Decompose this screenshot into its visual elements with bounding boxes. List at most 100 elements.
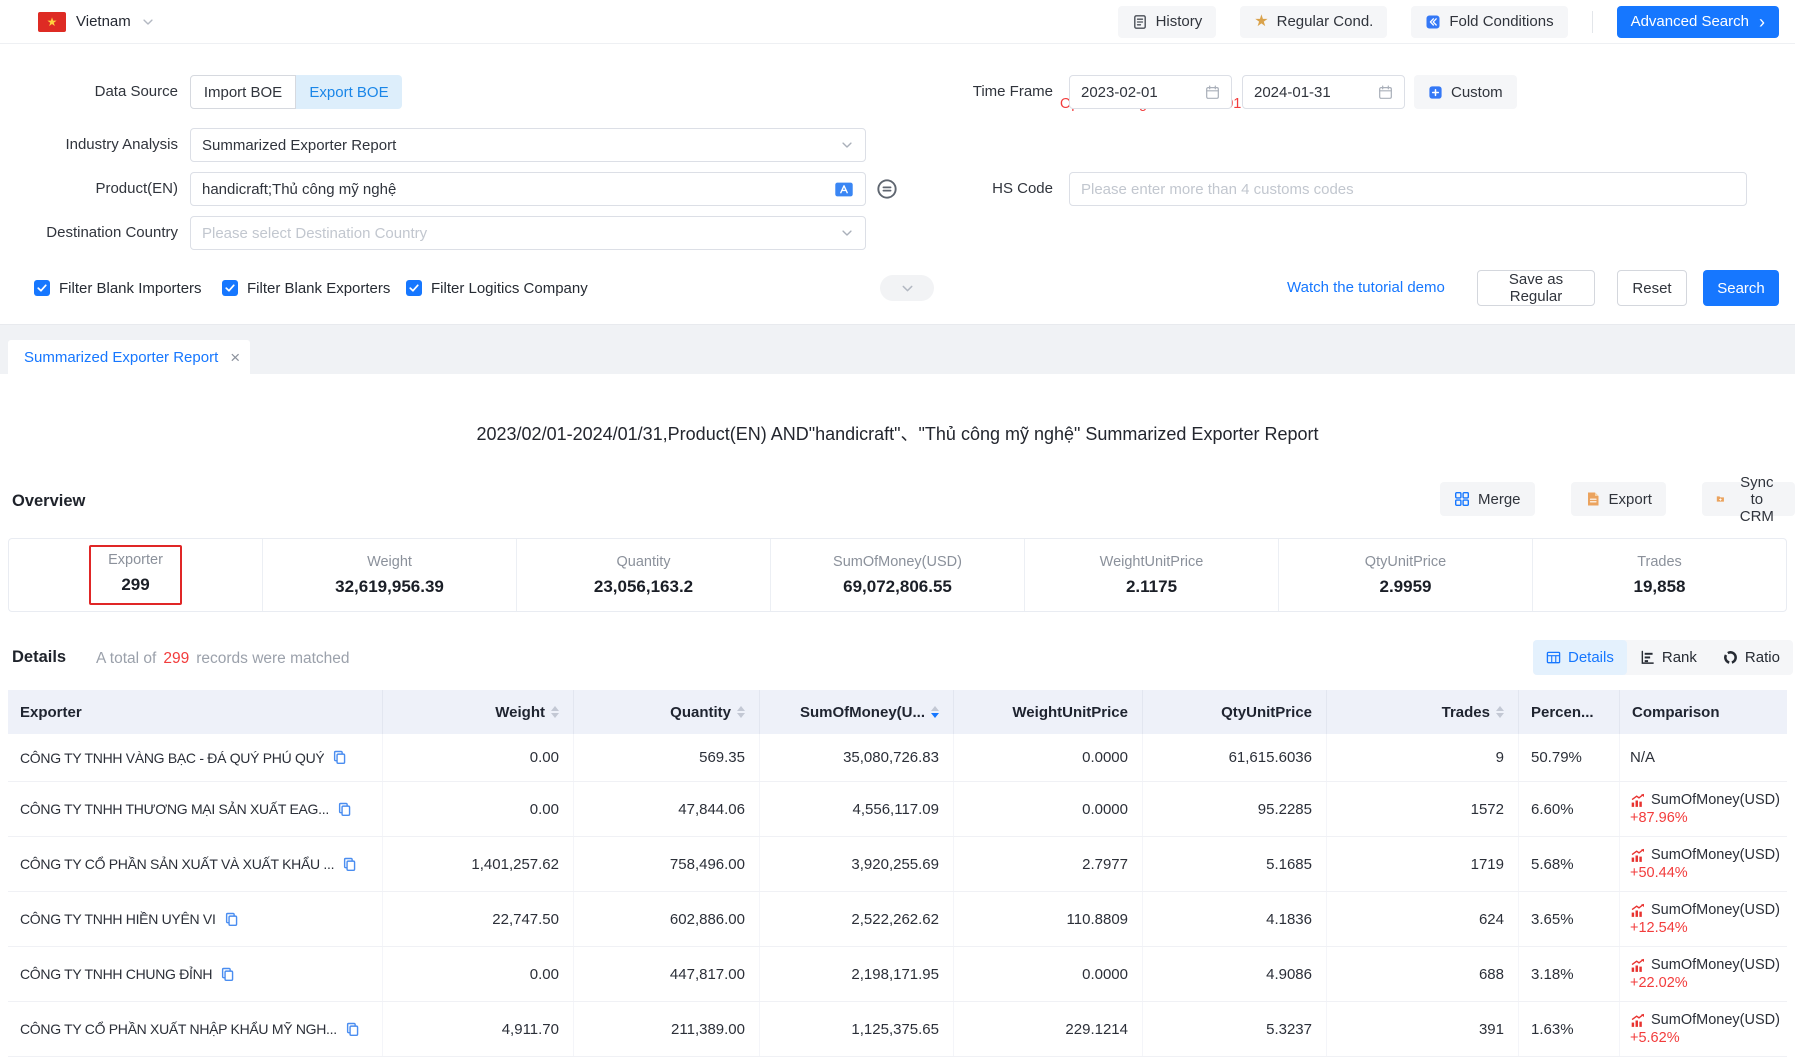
destination-country-select[interactable]: Please select Destination Country [190, 216, 866, 250]
details-table: Exporter Weight Quantity SumOfMoney(U...… [8, 690, 1787, 1057]
chevron-down-icon [141, 15, 155, 29]
col-percent: Percen... [1519, 690, 1620, 734]
copy-icon[interactable] [337, 802, 352, 817]
weight-cell: 0.00 [383, 782, 574, 836]
hs-code-value[interactable] [1081, 181, 1735, 198]
comparison-cell: SumOfMoney(USD) +50.44% [1620, 837, 1787, 891]
match-mode-icon[interactable] [876, 178, 898, 200]
table-row[interactable]: CÔNG TY TNHH HIỀN UYÊN VI 22,747.50 602,… [8, 892, 1787, 947]
time-frame-label: Time Frame [900, 75, 1053, 109]
exporter-name: CÔNG TY TNHH THƯƠNG MẠI SẢN XUẤT EAG... [20, 801, 329, 817]
filter-blank-exporters-label: Filter Blank Exporters [247, 280, 390, 297]
save-as-regular-button[interactable]: Save as Regular [1477, 270, 1595, 306]
close-icon[interactable]: × [230, 349, 240, 366]
col-quantity[interactable]: Quantity [574, 690, 760, 734]
history-button[interactable]: History [1118, 6, 1217, 38]
table-row[interactable]: CÔNG TY CỔ PHẦN XUẤT NHẬP KHẨU MỸ NGH...… [8, 1002, 1787, 1057]
advanced-search-button[interactable]: Advanced Search › [1617, 6, 1779, 38]
exporter-cell: CÔNG TY TNHH HIỀN UYÊN VI [8, 892, 383, 946]
copy-icon[interactable] [224, 912, 239, 927]
tutorial-link[interactable]: Watch the tutorial demo [1287, 270, 1445, 306]
table-row[interactable]: CÔNG TY TNHH VÀNG BẠC - ĐÁ QUÝ PHÚ QUÝ 0… [8, 734, 1787, 782]
calendar-icon [1205, 85, 1220, 100]
date-from-input[interactable] [1069, 75, 1232, 109]
sort-icon[interactable] [1496, 706, 1504, 718]
qty-unit-price-cell: 5.3237 [1143, 1002, 1327, 1056]
sort-icon[interactable] [737, 706, 745, 718]
reset-button[interactable]: Reset [1617, 270, 1687, 306]
comparison-metric: SumOfMoney(USD) [1651, 1012, 1780, 1028]
industry-analysis-select[interactable]: Summarized Exporter Report [190, 128, 866, 162]
fold-conditions-button[interactable]: Fold Conditions [1411, 6, 1567, 38]
weight-cell: 0.00 [383, 734, 574, 781]
destination-country-label: Destination Country [0, 216, 178, 250]
product-input[interactable] [190, 172, 866, 206]
copy-icon[interactable] [345, 1022, 360, 1037]
view-ratio-button[interactable]: Ratio [1710, 640, 1793, 675]
regular-cond-button[interactable]: ★ Regular Cond. [1240, 6, 1387, 38]
exporter-cell: CÔNG TY TNHH VÀNG BẠC - ĐÁ QUÝ PHÚ QUÝ [8, 734, 383, 781]
rank-chart-icon [1640, 650, 1655, 665]
sum-cell: 35,080,726.83 [760, 734, 954, 781]
filter-blank-importers-checkbox[interactable]: Filter Blank Importers [34, 275, 202, 301]
search-button[interactable]: Search [1703, 270, 1779, 306]
export-doc-icon [1585, 491, 1601, 507]
col-weight[interactable]: Weight [383, 690, 574, 734]
table-row[interactable]: CÔNG TY CỔ PHẦN SẢN XUẤT VÀ XUẤT KHẨU ..… [8, 837, 1787, 892]
sort-desc-icon[interactable] [931, 706, 939, 718]
stat-weight-unit-price: WeightUnitPrice 2.1175 [1024, 539, 1278, 611]
sync-to-crm-button[interactable]: Sync to CRM [1702, 482, 1795, 516]
industry-analysis-label: Industry Analysis [0, 128, 178, 162]
filter-logitics-company-checkbox[interactable]: Filter Logitics Company [406, 275, 588, 301]
exporter-name: CÔNG TY TNHH HIỀN UYÊN VI [20, 911, 216, 927]
comparison-delta: +50.44% [1630, 865, 1688, 881]
view-details-label: Details [1568, 649, 1614, 666]
stat-qty-unit-price: QtyUnitPrice 2.9959 [1278, 539, 1532, 611]
copy-icon[interactable] [342, 857, 357, 872]
import-boe-tab[interactable]: Import BOE [190, 75, 296, 109]
sort-icon[interactable] [551, 706, 559, 718]
country-picker[interactable]: ★ Vietnam [38, 12, 155, 32]
sum-cell: 1,125,375.65 [760, 1002, 954, 1056]
translate-icon[interactable] [834, 181, 854, 198]
product-value[interactable] [202, 181, 826, 198]
stat-value: 23,056,163.2 [594, 577, 693, 597]
date-from-value[interactable] [1081, 84, 1197, 101]
tab-summarized-exporter-report[interactable]: Summarized Exporter Report × [8, 340, 250, 374]
col-qty-unit-price: QtyUnitPrice [1143, 690, 1327, 734]
quantity-cell: 47,844.06 [574, 782, 760, 836]
merge-button[interactable]: Merge [1440, 482, 1535, 516]
stat-sum-of-money: SumOfMoney(USD) 69,072,806.55 [770, 539, 1024, 611]
col-trades[interactable]: Trades [1327, 690, 1519, 734]
col-sum-of-money[interactable]: SumOfMoney(U... [760, 690, 954, 734]
weight-unit-price-cell: 0.0000 [954, 947, 1143, 1001]
comparison-cell: SumOfMoney(USD) +87.96% [1620, 782, 1787, 836]
view-rank-button[interactable]: Rank [1627, 640, 1710, 675]
custom-icon [1428, 85, 1443, 100]
stat-exporter: Exporter 299 [9, 539, 262, 611]
quantity-cell: 211,389.00 [574, 1002, 760, 1056]
calendar-icon [1378, 85, 1393, 100]
copy-icon[interactable] [332, 750, 347, 765]
export-boe-tab[interactable]: Export BOE [296, 75, 402, 109]
comparison-delta: +87.96% [1630, 810, 1688, 826]
copy-icon[interactable] [220, 967, 235, 982]
filter-blank-exporters-checkbox[interactable]: Filter Blank Exporters [222, 275, 390, 301]
hs-code-input[interactable] [1069, 172, 1747, 206]
date-to-input[interactable] [1242, 75, 1405, 109]
weight-unit-price-cell: 0.0000 [954, 734, 1143, 781]
stat-label: QtyUnitPrice [1365, 554, 1446, 570]
table-row[interactable]: CÔNG TY TNHH CHUNG ĐỈNH 0.00 447,817.00 … [8, 947, 1787, 1002]
export-button[interactable]: Export [1571, 482, 1666, 516]
view-details-button[interactable]: Details [1533, 640, 1627, 675]
history-icon [1132, 14, 1148, 30]
date-to-value[interactable] [1254, 84, 1370, 101]
comparison-metric: SumOfMoney(USD) [1651, 957, 1780, 973]
weight-unit-price-cell: 0.0000 [954, 782, 1143, 836]
col-weight-unit-price: WeightUnitPrice [954, 690, 1143, 734]
table-row[interactable]: CÔNG TY TNHH THƯƠNG MẠI SẢN XUẤT EAG... … [8, 782, 1787, 837]
qty-unit-price-cell: 95.2285 [1143, 782, 1327, 836]
weight-unit-price-cell: 110.8809 [954, 892, 1143, 946]
expand-conditions-button[interactable] [880, 275, 934, 301]
custom-range-button[interactable]: Custom [1414, 75, 1517, 109]
